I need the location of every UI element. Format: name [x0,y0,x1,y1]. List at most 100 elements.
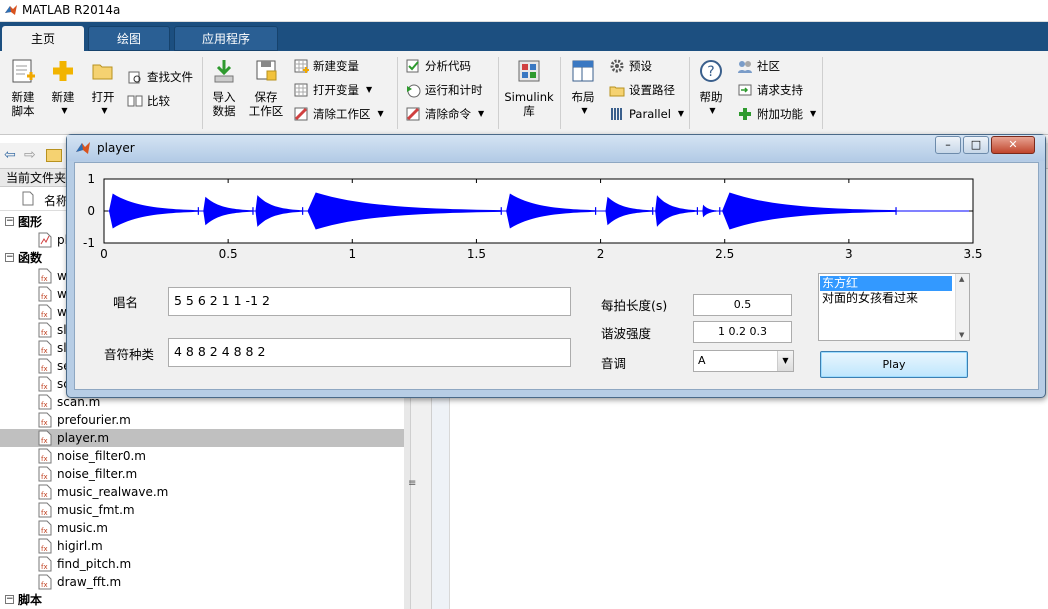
import-icon [214,60,234,83]
name-column-header[interactable]: 名称 [44,192,68,209]
set-path-button[interactable]: 设置路径 [609,80,675,100]
m-file-icon: fx [38,394,52,410]
community-button[interactable]: 社区 [737,56,780,76]
new-script-label-1: 新建 [11,90,35,104]
chevron-down-icon[interactable]: ▼ [777,351,793,371]
song-listbox[interactable]: 东方红 对面的女孩看过来 ▲ ▼ [818,273,970,341]
splitter-grip-icon[interactable]: ≡ [408,478,416,489]
song-item-duimian[interactable]: 对面的女孩看过来 [820,291,952,306]
m-file-icon: fx [38,340,52,356]
list-item[interactable]: fx noise_filter.m [0,465,404,483]
preferences-button[interactable]: 预设 [609,56,652,76]
compare-button[interactable]: 比较 [127,91,170,111]
clear-workspace-label: 清除工作区 [313,107,371,121]
key-select[interactable]: A ▼ [693,350,794,372]
back-arrow-icon[interactable]: ⇦ [4,147,16,163]
svg-text:fx: fx [41,329,48,337]
scroll-down-icon[interactable]: ▼ [959,331,964,339]
new-variable-button[interactable]: 新建变量 [293,56,359,76]
folder-up-icon[interactable] [46,149,62,162]
m-file-icon: fx [38,430,52,446]
gear-icon [610,59,624,73]
player-title: player [97,141,135,155]
solfege-label: 唱名 [113,295,139,310]
tab-home[interactable]: 主页 [2,26,84,51]
x-tick-label: 1 [348,247,356,261]
new-variable-icon [294,59,309,73]
ribbon-separator [397,57,398,129]
x-tick-label: 3.5 [963,247,982,261]
list-item[interactable]: fx draw_fft.m [0,573,404,591]
help-button[interactable]: ? 帮助 ▼ [694,57,728,118]
svg-text:fx: fx [41,455,48,463]
minimize-button[interactable]: – [935,136,961,154]
open-variable-button[interactable]: 打开变量 ▼ [293,80,372,100]
list-item[interactable]: fx music.m [0,519,404,537]
new-button[interactable]: 新建 ▼ [46,57,80,118]
group-scripts[interactable]: − 脚本 [0,591,404,609]
beat-length-input[interactable]: 0.5 [693,294,792,316]
m-file-icon: fx [38,556,52,572]
list-item[interactable]: fx find_pitch.m [0,555,404,573]
song-item-dongfanghong[interactable]: 东方红 [820,276,952,291]
request-support-button[interactable]: 请求支持 [737,80,803,100]
list-item[interactable]: fx prefourier.m [0,411,404,429]
clear-commands-icon [406,107,420,121]
svg-text:fx: fx [41,293,48,301]
tab-plots[interactable]: 绘图 [88,26,170,51]
maximize-button[interactable]: □ [963,136,989,154]
community-icon [738,61,752,73]
list-item[interactable]: fx noise_filter0.m [0,447,404,465]
parallel-button[interactable]: Parallel ▼ [609,104,684,124]
file-name: player.m [57,431,110,445]
find-files-button[interactable]: 查找文件 [127,67,193,87]
help-icon: ? [700,60,722,82]
simulink-library-button[interactable]: Simulink 库 [504,57,554,118]
find-files-icon [128,71,141,84]
ribbon-separator [560,57,561,129]
harmonics-input[interactable]: 1 0.2 0.3 [693,321,792,343]
collapse-icon[interactable]: − [5,217,14,226]
list-item[interactable]: fx music_fmt.m [0,501,404,519]
collapse-icon[interactable]: − [5,595,14,604]
run-and-time-button[interactable]: 运行和计时 [405,80,483,100]
tab-apps[interactable]: 应用程序 [174,26,278,51]
open-button[interactable]: 打开 ▼ [86,57,120,118]
clear-workspace-button[interactable]: 清除工作区 ▼ [293,104,384,124]
compare-label: 比较 [147,94,170,108]
analyze-code-icon [406,59,419,73]
layout-button[interactable]: 布局 ▼ [566,57,600,118]
play-button[interactable]: Play [820,351,968,378]
list-item[interactable]: fx music_realwave.m [0,483,404,501]
chevron-down-icon: ▼ [810,109,817,118]
player-body: 00.511.522.533.510-14 唱名 5 5 6 2 1 1 -1 … [74,162,1039,390]
song-list-scrollbar[interactable]: ▲ ▼ [955,274,969,340]
forward-arrow-icon[interactable]: ⇨ [24,147,36,163]
file-name: music_fmt.m [57,503,135,517]
addons-button[interactable]: 附加功能 ▼ [737,104,816,124]
import-label-1: 导入 [212,90,236,104]
key-label: 音调 [601,356,627,371]
new-script-button[interactable]: 新建 脚本 [6,57,40,118]
file-name: music.m [57,521,108,535]
scroll-up-icon[interactable]: ▲ [959,275,964,283]
import-data-button[interactable]: 导入 数据 [208,57,240,118]
clear-commands-label: 清除命令 [425,107,471,121]
chevron-down-icon: ▼ [581,106,588,115]
note-type-input[interactable]: 4 8 8 2 4 8 8 2 [168,338,571,367]
player-title-bar[interactable]: player – □ ✕ [67,135,1045,161]
analyze-code-button[interactable]: 分析代码 [405,56,471,76]
list-item[interactable]: fx higirl.m [0,537,404,555]
m-file-icon: fx [38,322,52,338]
list-item[interactable]: fx player.m [0,429,404,447]
collapse-icon[interactable]: − [5,253,14,262]
import-label-2: 数据 [212,104,236,118]
save-workspace-button[interactable]: 保存 工作区 [246,57,286,118]
clear-commands-button[interactable]: 清除命令 ▼ [405,104,484,124]
solfege-input[interactable]: 5 5 6 2 1 1 -1 2 [168,287,571,316]
compare-icon [127,95,143,107]
request-support-label: 请求支持 [757,83,803,97]
preferences-label: 预设 [629,59,652,73]
close-button[interactable]: ✕ [991,136,1035,154]
new-variable-label: 新建变量 [313,59,359,73]
